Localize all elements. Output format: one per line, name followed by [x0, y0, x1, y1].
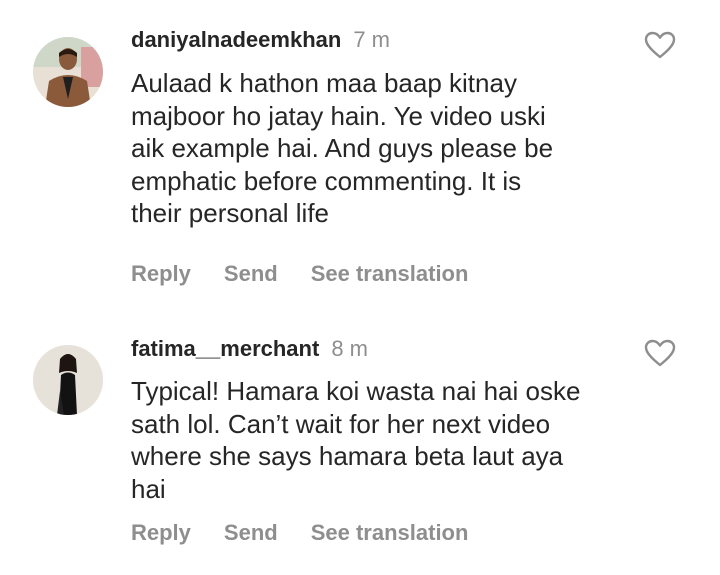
send-button[interactable]: Send [224, 261, 278, 287]
username-text[interactable]: daniyalnadeemkhan [131, 27, 341, 52]
comment-item: daniyalnadeemkhan 7 m Aulaad k hathon maa… [0, 0, 720, 300]
see-translation-button[interactable]: See translation [311, 261, 469, 287]
comment-actions: Reply Send See translation [131, 261, 468, 287]
send-button[interactable]: Send [224, 520, 278, 546]
man-avatar-icon [33, 37, 103, 107]
reply-button[interactable]: Reply [131, 261, 191, 287]
reply-button[interactable]: Reply [131, 520, 191, 546]
avatar[interactable] [33, 37, 103, 107]
comment-item: fatima__merchant 8 m Typical! Hamara koi … [0, 300, 720, 575]
comment-timestamp: 7 m [353, 27, 390, 52]
username-text[interactable]: fatima__merchant [131, 336, 319, 361]
comment-username[interactable]: fatima__merchant 8 m [131, 336, 368, 362]
woman-avatar-icon [33, 345, 103, 415]
comment-timestamp: 8 m [331, 336, 368, 361]
heart-outline-icon[interactable] [644, 339, 676, 367]
comment-username[interactable]: daniyalnadeemkhan 7 m [131, 27, 390, 53]
comment-actions: Reply Send See translation [131, 520, 468, 546]
see-translation-button[interactable]: See translation [311, 520, 469, 546]
comment-text: Typical! Hamara koi wasta nai hai oske s… [131, 376, 581, 504]
heart-outline-icon[interactable] [644, 31, 676, 59]
comment-text: Aulaad k hathon maa baap kitnay majboor … [131, 68, 554, 228]
avatar[interactable] [33, 345, 103, 415]
